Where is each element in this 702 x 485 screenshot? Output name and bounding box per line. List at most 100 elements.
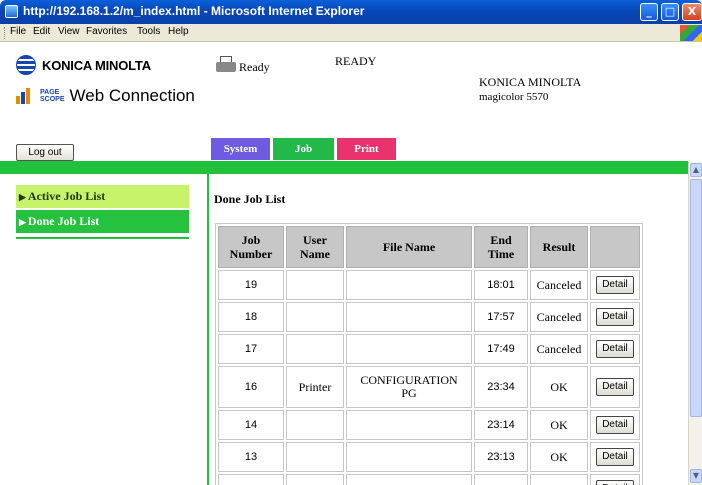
cell-result [530,474,588,485]
scroll-thumb[interactable] [690,179,702,417]
table-row: Detail [218,474,640,485]
logout-button[interactable]: Log out [16,144,74,161]
tab-print[interactable]: Print [337,138,396,160]
column-header-result: Result [530,226,588,268]
cell-file-name [346,334,472,364]
cell-job-number [218,474,284,485]
detail-button[interactable]: Detail [596,416,634,434]
pagescope-bars-icon [16,88,36,104]
cell-file-name [346,302,472,332]
table-row: 14 23:14 OK Detail [218,410,640,440]
close-button[interactable]: X [682,3,702,21]
cell-job-number: 18 [218,302,284,332]
cell-result: OK [530,442,588,472]
table-row: 19 18:01 Canceled Detail [218,270,640,300]
column-header-job-number: Job Number [218,226,284,268]
detail-button[interactable]: Detail [596,276,634,294]
cell-detail: Detail [590,474,640,485]
sidebar-item-label: Active Job List [27,189,106,203]
menu-view[interactable]: View [58,26,80,37]
cell-file-name [346,474,472,485]
cell-job-number: 19 [218,270,284,300]
konica-minolta-globe-icon [16,55,36,75]
cell-result: Canceled [530,334,588,364]
table-row: 18 17:57 Canceled Detail [218,302,640,332]
scroll-down-arrow-icon[interactable]: ▼ [690,469,702,483]
cell-end-time [474,474,528,485]
column-header-user-name: User Name [286,226,344,268]
cell-user-name [286,442,344,472]
menu-edit[interactable]: Edit [33,26,50,37]
cell-result: OK [530,410,588,440]
cell-user-name: Printer [286,366,344,408]
table-row: 17 17:49 Canceled Detail [218,334,640,364]
cell-result: Canceled [530,270,588,300]
status-icon-label: Ready [239,60,270,74]
cell-detail: Detail [590,410,640,440]
cell-detail: Detail [590,302,640,332]
cell-job-number: 17 [218,334,284,364]
page-content: KONICA MINOLTA PAGE SCOPE Web Connection… [0,42,688,485]
sidebar-item-label: Done Job List [27,214,100,228]
column-header-end-time: End Time [474,226,528,268]
menu-file[interactable]: File [10,26,26,37]
done-job-table: Job Number User Name File Name End Time … [215,223,643,485]
page-title: Done Job List [214,192,286,206]
content-divider [207,174,209,485]
printer-status-icon [216,56,236,74]
maximize-button[interactable]: □ [661,3,679,21]
vertical-scrollbar[interactable]: ▲ ▼ [688,162,702,485]
column-header-file-name: File Name [346,226,472,268]
cell-end-time: 18:01 [474,270,528,300]
triangle-right-icon: ▶ [19,217,26,227]
cell-detail: Detail [590,334,640,364]
cell-file-name [346,442,472,472]
cell-file-name: CONFIGURATION PG [346,366,472,408]
file-name-line-2: PG [401,386,417,400]
detail-button[interactable]: Detail [596,480,634,485]
cell-end-time: 23:14 [474,410,528,440]
menu-help[interactable]: Help [168,26,189,37]
cell-job-number: 13 [218,442,284,472]
internet-explorer-icon [5,5,18,18]
window-titlebar[interactable]: http://192.168.1.2/m_index.html - Micros… [0,0,702,24]
column-header-detail [590,226,640,268]
tab-system[interactable]: System [211,138,270,160]
toolbar-grip-icon[interactable] [4,27,7,39]
detail-button[interactable]: Detail [596,448,634,466]
cell-job-number: 16 [218,366,284,408]
minimize-button[interactable]: _ [640,3,658,21]
cell-detail: Detail [590,270,640,300]
cell-job-number: 14 [218,410,284,440]
konica-minolta-logo: KONICA MINOLTA [16,55,151,75]
table-row: 16 Printer CONFIGURATION PG 23:34 OK Det… [218,366,640,408]
menu-favorites[interactable]: Favorites [86,26,127,37]
detail-button[interactable]: Detail [596,340,634,358]
file-name-line-1: CONFIGURATION [360,373,458,387]
cell-file-name [346,410,472,440]
detail-button[interactable]: Detail [596,308,634,326]
cell-detail: Detail [590,366,640,408]
cell-result: Canceled [530,302,588,332]
cell-end-time: 17:57 [474,302,528,332]
cell-user-name [286,302,344,332]
detail-button[interactable]: Detail [596,378,634,396]
device-model: magicolor 5570 [479,91,549,103]
sidebar-divider [16,237,189,239]
cell-user-name [286,270,344,300]
brand-logo-text: KONICA MINOLTA [42,57,151,73]
cell-detail: Detail [590,442,640,472]
triangle-right-icon: ▶ [19,192,26,202]
menu-tools[interactable]: Tools [137,26,160,37]
sidebar-item-done-job-list[interactable]: ▶ Done Job List [16,210,189,233]
cell-end-time: 23:34 [474,366,528,408]
scroll-up-arrow-icon[interactable]: ▲ [690,163,702,177]
cell-user-name [286,410,344,440]
pagescope-product-name: Web Connection [69,86,195,105]
table-header-row: Job Number User Name File Name End Time … [218,226,640,268]
pagescope-logo: PAGE SCOPE Web Connection [16,86,195,106]
window-title: http://192.168.1.2/m_index.html - Micros… [23,4,365,18]
sidebar-item-active-job-list[interactable]: ▶ Active Job List [16,185,189,208]
tab-job[interactable]: Job [273,138,334,160]
device-brand: KONICA MINOLTA [479,75,582,89]
